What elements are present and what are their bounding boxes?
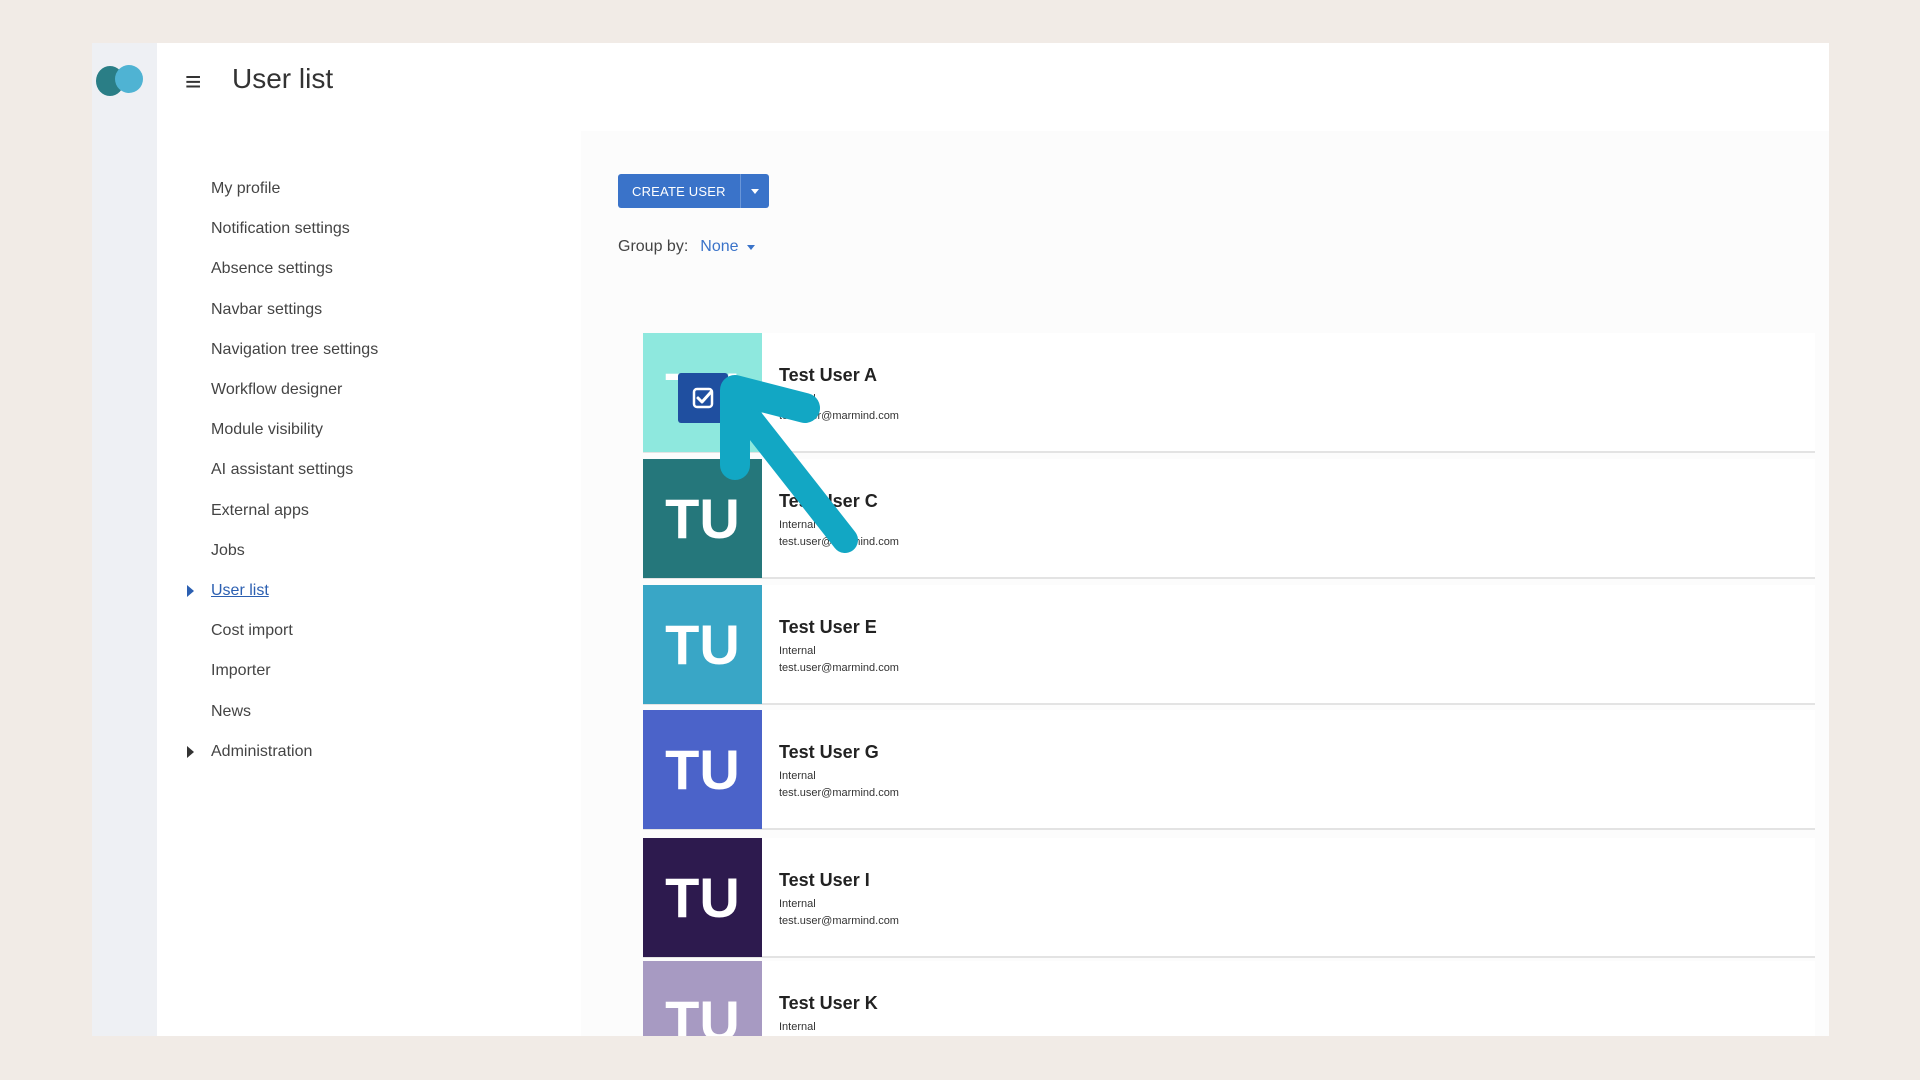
sidebar-item-label: Administration: [211, 742, 313, 760]
sidebar-item-label: Workflow designer: [211, 381, 343, 398]
caret-right-icon: [187, 745, 194, 758]
page-title: User list: [232, 63, 334, 94]
user-card[interactable]: TU Test User G Internal test.user@marmind.c…: [643, 710, 1815, 830]
sidebar-item-navbar-settings[interactable]: Navbar settings: [157, 292, 577, 328]
user-email: test.user@marmind.com: [779, 915, 899, 927]
sidebar-item-label: Importer: [211, 662, 271, 680]
sidebar-item-label: Navigation tree settings: [211, 340, 379, 358]
user-card[interactable]: TU Test User E Internal test.user@marmind.c…: [643, 585, 1815, 705]
app-window: ≡ User list My profile Notification setti…: [92, 43, 1829, 1036]
caret-right-icon: [187, 585, 194, 597]
main-content: CREATE USER Group by: None TU Test User A…: [581, 131, 1829, 1036]
user-type: Internal: [779, 1021, 816, 1033]
sidebar-item-label: Notification settings: [211, 220, 350, 238]
group-by-select[interactable]: None: [700, 238, 755, 256]
user-email: test.user@marmind.com: [779, 536, 899, 548]
user-name: Test User A: [779, 365, 878, 385]
avatar[interactable]: TU: [643, 710, 762, 829]
user-type: Internal: [779, 770, 816, 782]
user-card[interactable]: TUTest User AInternaltest.user@marmind.c…: [643, 333, 1815, 453]
avatar[interactable]: TU: [643, 585, 762, 704]
chevron-down-icon: [750, 188, 759, 194]
sidebar-item-label: Absence settings: [211, 260, 333, 278]
sidebar-item-external-apps[interactable]: External apps: [157, 493, 577, 529]
create-user-button[interactable]: CREATE USER: [618, 174, 740, 208]
user-type: Internal: [779, 898, 816, 910]
sidebar-item-label: User list: [211, 582, 269, 599]
sidebar-item-my-profile[interactable]: My profile: [157, 171, 577, 207]
user-type: Internal: [779, 393, 816, 405]
checkbox-checked-icon[interactable]: [678, 373, 728, 423]
user-name: Test User I: [779, 870, 870, 890]
user-name: Test User C: [779, 491, 878, 511]
create-user-split-button: CREATE USER: [618, 174, 769, 208]
hamburger-icon[interactable]: ≡: [185, 68, 201, 96]
sidebar-item-label: Module visibility: [211, 421, 324, 439]
sidebar-item-navigation-tree-settings[interactable]: Navigation tree settings: [157, 332, 577, 368]
avatar[interactable]: TU: [643, 459, 762, 578]
sidebar-item-label: News: [211, 702, 252, 720]
avatar[interactable]: TU: [643, 838, 762, 957]
create-user-dropdown-button[interactable]: [739, 174, 769, 208]
sidebar-item-administration[interactable]: Administration: [157, 734, 577, 770]
user-email: test.user@marmind.com: [779, 662, 899, 674]
sidebar-item-news[interactable]: News: [157, 694, 577, 730]
sidebar-item-label: Jobs: [211, 541, 245, 559]
sidebar-item-module-visibility[interactable]: Module visibility: [157, 412, 577, 448]
sidebar-item-importer[interactable]: Importer: [157, 653, 577, 689]
sidebar-item-label: Navbar settings: [211, 300, 323, 318]
user-name: Test User G: [779, 742, 879, 762]
group-by: Group by: None: [618, 238, 755, 256]
user-email: test.user@marmind.com: [779, 787, 899, 799]
user-type: Internal: [779, 645, 816, 657]
sidebar-item-workflow-designer[interactable]: Workflow designer: [157, 372, 577, 408]
user-email: test.user@marmind.com: [779, 410, 899, 422]
sidebar-item-cost-import[interactable]: Cost import: [157, 613, 577, 649]
user-name: Test User E: [779, 617, 877, 637]
settings-nav: My profile Notification settings Absence s…: [157, 131, 581, 1036]
sidebar-item-notification-settings[interactable]: Notification settings: [157, 211, 577, 247]
sidebar-item-label: AI assistant settings: [211, 461, 354, 479]
user-card[interactable]: TU Test User I Internal test.user@marmind.c…: [643, 838, 1815, 958]
avatar[interactable]: TU: [643, 961, 762, 1036]
user-card[interactable]: TUTest User KInternaltest.user@marmind.c…: [643, 961, 1815, 1036]
sidebar-item-absence-settings[interactable]: Absence settings: [157, 251, 577, 287]
sidebar-item-jobs[interactable]: Jobs: [157, 533, 577, 569]
group-by-label: Group by:: [618, 238, 689, 255]
sidebar-item-ai-assistant-settings[interactable]: AI assistant settings: [157, 452, 577, 488]
user-name: Test User K: [779, 993, 878, 1013]
group-by-value: None: [700, 238, 739, 255]
sidebar-item-label: My profile: [211, 180, 281, 197]
sidebar-item-user-list[interactable]: User list: [157, 573, 577, 609]
user-type: Internal: [779, 519, 816, 531]
left-rail: [92, 43, 157, 1036]
logo-icon[interactable]: [94, 63, 148, 99]
sidebar-item-label: External apps: [211, 501, 309, 519]
sidebar-item-label: Cost import: [211, 622, 293, 640]
user-card[interactable]: TU Test User C Internal test.user@marmind.c…: [643, 459, 1815, 579]
chevron-down-icon: [746, 244, 755, 250]
